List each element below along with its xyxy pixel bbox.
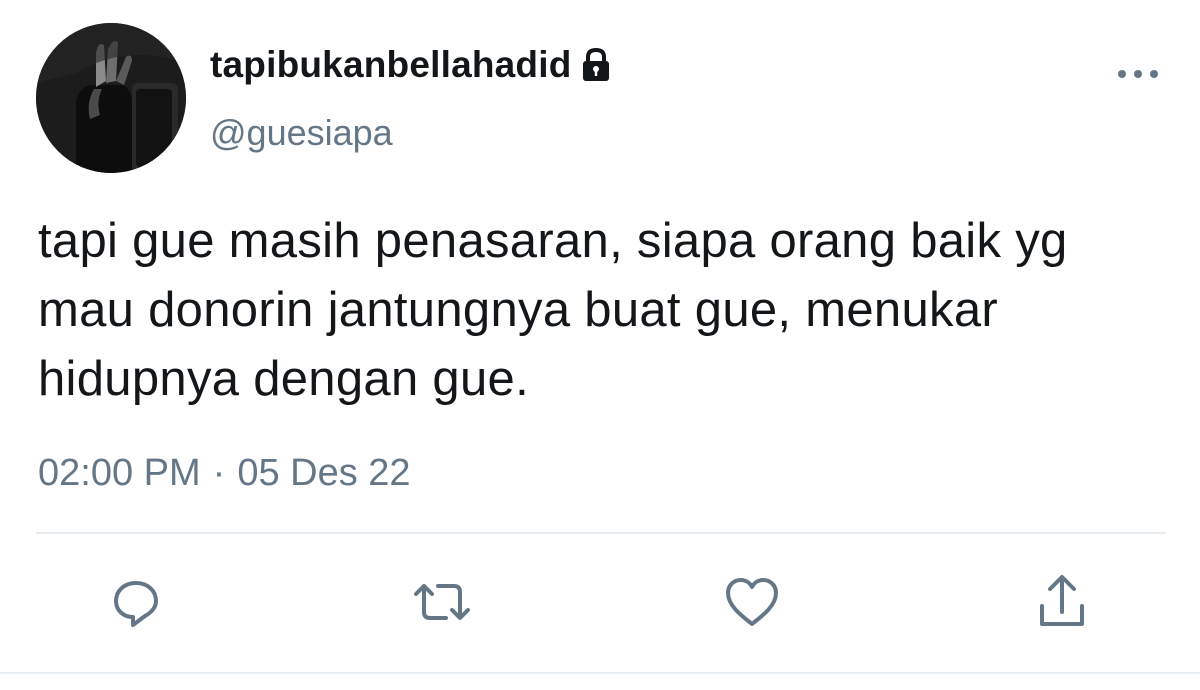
bottom-divider <box>0 672 1200 674</box>
tweet-date: 05 Des 22 <box>237 452 411 494</box>
more-icon[interactable] <box>1112 62 1164 86</box>
share-icon <box>1040 575 1084 626</box>
tweet-time: 02:00 PM <box>38 452 201 494</box>
tweet-card: tapibukanbellahadid @guesiapa tapi gue m… <box>0 0 1200 690</box>
heart-icon <box>726 578 778 626</box>
retweet-icon <box>414 584 470 620</box>
user-handle[interactable]: @guesiapa <box>210 112 393 154</box>
divider <box>36 532 1166 534</box>
lock-icon <box>580 47 612 83</box>
reply-icon <box>114 581 158 627</box>
tweet-text: tapi gue masih penasaran, siapa orang ba… <box>38 214 1068 406</box>
timestamp-separator: · <box>212 452 226 494</box>
action-bar <box>0 570 1200 634</box>
reply-button[interactable] <box>104 570 168 634</box>
avatar-image <box>36 23 186 173</box>
display-name-row: tapibukanbellahadid <box>210 40 612 90</box>
tweet-timestamp[interactable]: 02:00 PM · 05 Des 22 <box>38 452 411 495</box>
display-name[interactable]: tapibukanbellahadid <box>210 44 572 86</box>
share-button[interactable] <box>1030 570 1094 634</box>
retweet-button[interactable] <box>410 570 474 634</box>
avatar[interactable] <box>36 23 186 173</box>
like-button[interactable] <box>720 570 784 634</box>
